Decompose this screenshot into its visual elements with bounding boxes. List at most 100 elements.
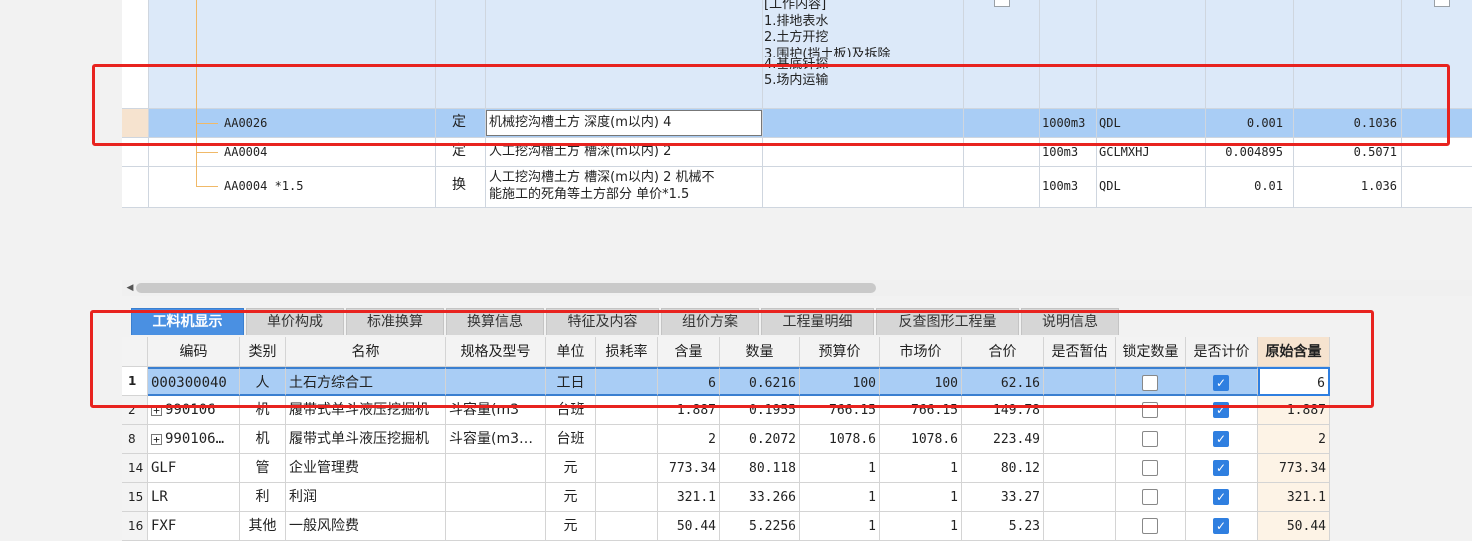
row-expression: QDL	[1099, 179, 1121, 193]
work-content-line: 3.围护(挡土板)及拆除	[764, 46, 891, 57]
cell-quantity-text: 33.266	[749, 490, 796, 505]
cell-code-text: LR	[151, 489, 168, 505]
cell-market-price-text: 1078.6	[911, 432, 958, 447]
cell-content[interactable]: 321.1	[658, 483, 720, 512]
cell-budget-price-text: 1078.6	[829, 432, 876, 447]
cell-total-price-text: 5.23	[1008, 519, 1040, 534]
cell-market-price[interactable]: 1	[880, 483, 962, 512]
cell-budget-price: 1	[800, 454, 880, 483]
checkbox-partial[interactable]	[994, 0, 1010, 7]
cell-loss-rate	[596, 512, 658, 541]
cell-name: 一般风险费	[286, 512, 446, 541]
cell-provisional	[1044, 483, 1116, 512]
row-amount: 1.036	[1360, 179, 1397, 193]
cell-code-text: 990106…	[165, 431, 225, 447]
cell-code[interactable]: LR	[148, 483, 240, 512]
cell-spec	[446, 483, 546, 512]
cell-market-price[interactable]: 1	[880, 512, 962, 541]
cell-content-text: 50.44	[676, 519, 716, 534]
cell-total-price-text: 223.49	[993, 432, 1040, 447]
cell-original-content: 50.44	[1258, 512, 1330, 541]
cell-is-priced[interactable]: ✓	[1186, 483, 1258, 512]
scrollbar-thumb[interactable]	[136, 283, 876, 293]
cell-market-price-text: 1	[950, 519, 958, 534]
cell-market-price[interactable]: 1078.6	[880, 425, 962, 454]
row-amount: 0.5071	[1353, 145, 1397, 159]
cell-provisional	[1044, 512, 1116, 541]
cell-is-priced[interactable]: ✓	[1186, 454, 1258, 483]
row-number-text: 14	[128, 461, 144, 475]
cell-category-text: 利	[255, 489, 270, 505]
cell-content[interactable]: 773.34	[658, 454, 720, 483]
cell-lock-quantity[interactable]	[1116, 454, 1186, 483]
cell-market-price-text: 1	[950, 490, 958, 505]
row-type: 换	[452, 177, 466, 193]
cell-category: 管	[240, 454, 286, 483]
row-number-text: 16	[128, 519, 144, 533]
cell-unit-text: 元	[563, 518, 578, 534]
cell-budget-price: 1078.6	[800, 425, 880, 454]
work-content-line: 2.土方开挖	[764, 30, 829, 45]
row-unit: 100m3	[1042, 145, 1079, 159]
cell-code[interactable]: FXF	[148, 512, 240, 541]
row-number-text: 8	[128, 432, 136, 446]
cell-category: 利	[240, 483, 286, 512]
row-code[interactable]: AA0004	[224, 145, 267, 160]
cell-lock-quantity[interactable]	[1116, 512, 1186, 541]
cell-unit: 元	[546, 483, 596, 512]
checkbox-unchecked[interactable]	[1142, 460, 1158, 476]
cell-spec	[446, 512, 546, 541]
checkbox-checked[interactable]: ✓	[1213, 518, 1229, 534]
cell-name: 利润	[286, 483, 446, 512]
cell-name-text: 企业管理费	[289, 460, 359, 476]
cell-provisional	[1044, 454, 1116, 483]
cell-quantity-text: 0.2072	[749, 432, 796, 447]
expand-plus-icon[interactable]: +	[151, 433, 162, 445]
cell-market-price[interactable]: 1	[880, 454, 962, 483]
cell-original-content: 773.34	[1258, 454, 1330, 483]
cell-code[interactable]: +990106…	[148, 425, 240, 454]
row-number: 8	[122, 425, 148, 454]
checkbox-unchecked[interactable]	[1142, 518, 1158, 534]
cell-budget-price-text: 1	[868, 490, 876, 505]
work-content-line: [工作内容]	[764, 0, 827, 12]
cell-content-text: 2	[708, 432, 716, 447]
cell-code[interactable]: GLF	[148, 454, 240, 483]
cell-unit: 台班	[546, 425, 596, 454]
checkbox-checked[interactable]: ✓	[1213, 460, 1229, 476]
row-name[interactable]: 人工挖沟槽土方 槽深(m以内) 2	[489, 144, 671, 159]
checkbox-unchecked[interactable]	[1142, 431, 1158, 447]
cell-unit: 元	[546, 512, 596, 541]
cell-content[interactable]: 2	[658, 425, 720, 454]
cell-name: 企业管理费	[286, 454, 446, 483]
cell-original-content-text: 773.34	[1279, 461, 1326, 476]
cell-is-priced[interactable]: ✓	[1186, 512, 1258, 541]
cell-name: 履带式单斗液压挖掘机	[286, 425, 446, 454]
checkbox-unchecked[interactable]	[1142, 489, 1158, 505]
row-code[interactable]: AA0004 *1.5	[224, 179, 303, 194]
cell-lock-quantity[interactable]	[1116, 483, 1186, 512]
cell-provisional	[1044, 425, 1116, 454]
cell-budget-price-text: 1	[868, 461, 876, 476]
cell-quantity: 33.266	[720, 483, 800, 512]
row-name-line2[interactable]: 能施工的死角等土方部分 单价*1.5	[489, 187, 689, 202]
row-name-line1[interactable]: 人工挖沟槽土方 槽深(m以内) 2 机械不	[489, 170, 714, 185]
cell-original-content: 2	[1258, 425, 1330, 454]
cell-lock-quantity[interactable]	[1116, 425, 1186, 454]
cell-total-price: 5.23	[962, 512, 1044, 541]
row-unit: 100m3	[1042, 179, 1079, 193]
cell-is-priced[interactable]: ✓	[1186, 425, 1258, 454]
cell-category: 其他	[240, 512, 286, 541]
cell-quantity: 0.2072	[720, 425, 800, 454]
checkbox-checked[interactable]: ✓	[1213, 431, 1229, 447]
cell-quantity: 80.118	[720, 454, 800, 483]
cell-category-text: 管	[255, 460, 270, 476]
cell-total-price: 80.12	[962, 454, 1044, 483]
checkbox-partial[interactable]	[1434, 0, 1450, 7]
checkbox-checked[interactable]: ✓	[1213, 489, 1229, 505]
cell-unit: 元	[546, 454, 596, 483]
cell-code-text: FXF	[151, 518, 177, 534]
scroll-left-arrow-icon[interactable]: ◀	[124, 281, 136, 295]
cell-budget-price-text: 1	[868, 519, 876, 534]
cell-content[interactable]: 50.44	[658, 512, 720, 541]
